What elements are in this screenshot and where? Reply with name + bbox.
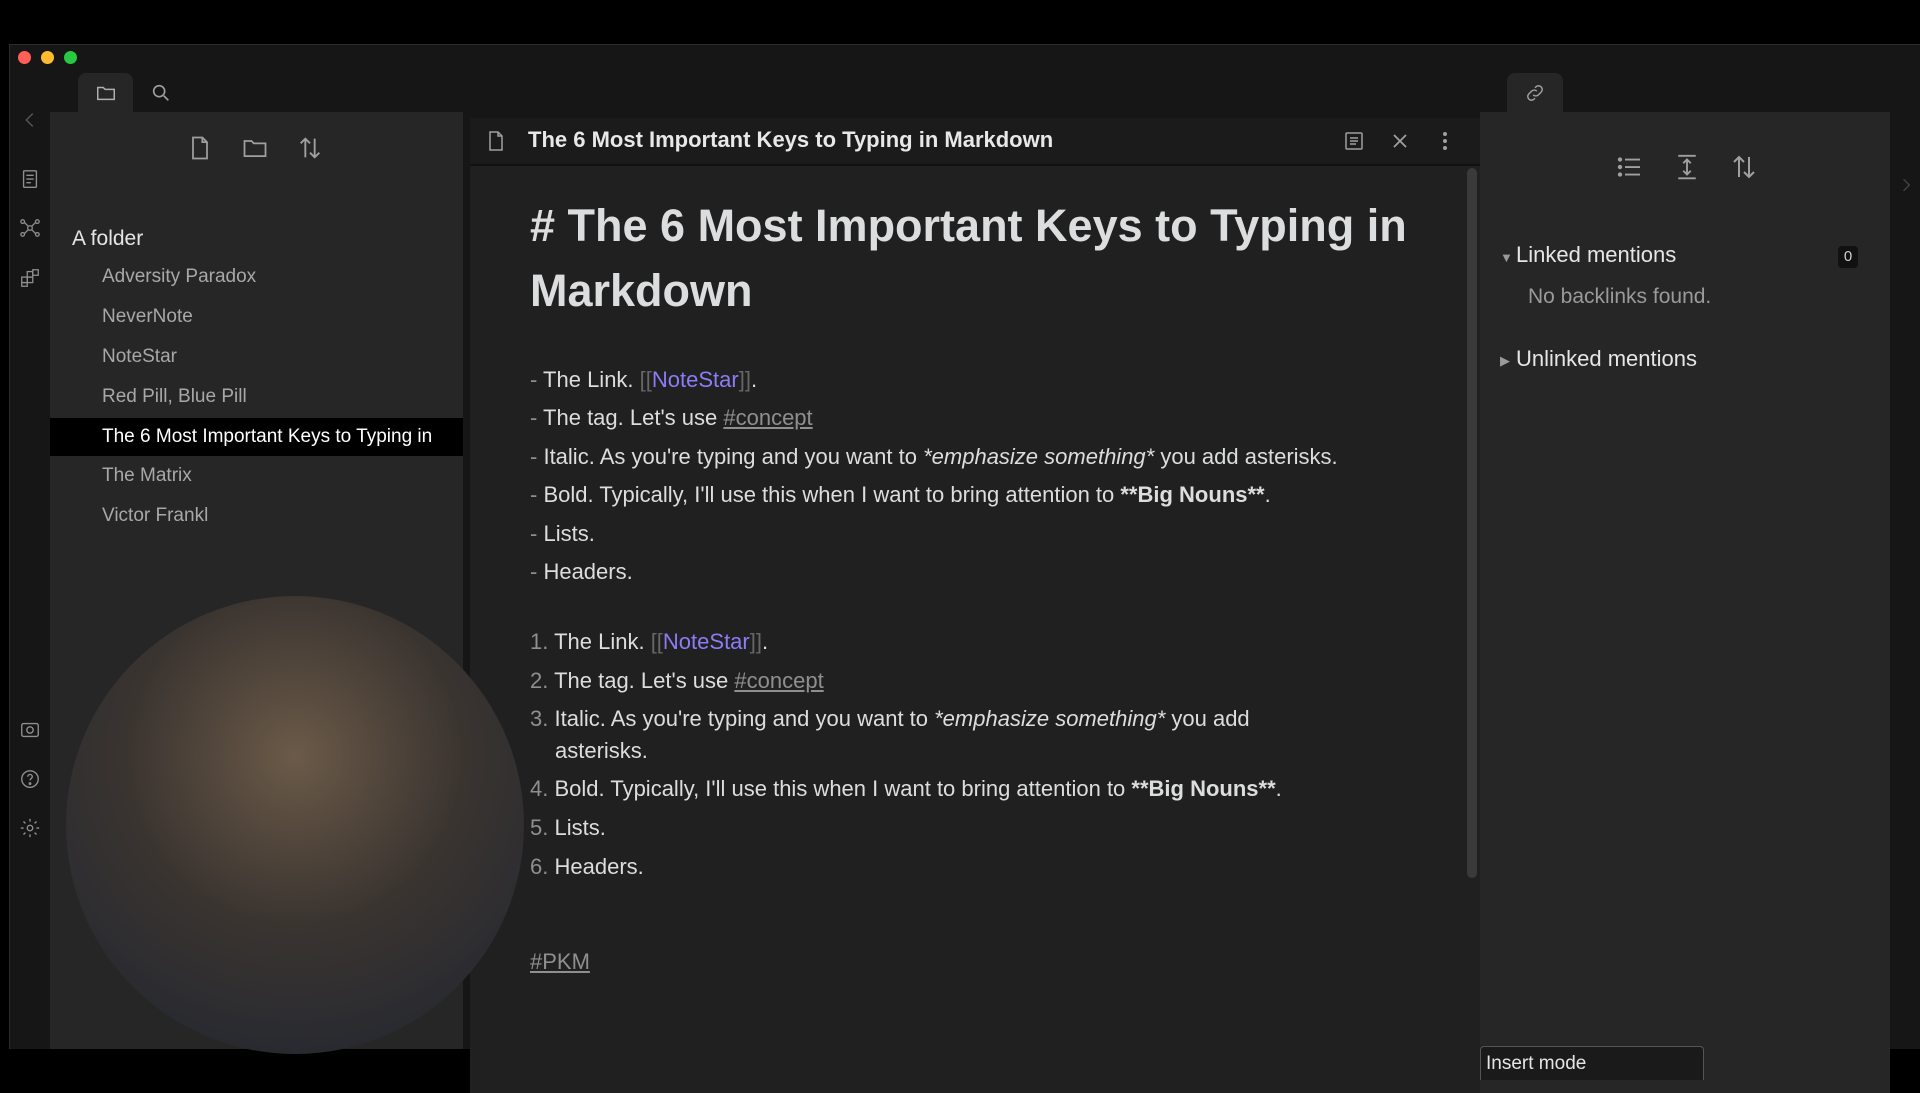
left-sidebar-tabs — [78, 73, 463, 112]
sort-button[interactable] — [296, 134, 326, 164]
document-icon — [484, 129, 508, 153]
minimize-window-button[interactable] — [41, 51, 54, 64]
webcam-overlay — [66, 596, 524, 1054]
editor-tab-title[interactable]: The 6 Most Important Keys to Typing in M… — [528, 127, 1053, 153]
editor-scrollbar[interactable] — [1467, 168, 1477, 878]
collapse-results-icon[interactable] — [1615, 152, 1645, 182]
more-options-icon[interactable] — [1433, 129, 1457, 153]
collapse-right-sidebar-icon[interactable] — [1896, 175, 1916, 195]
new-note-icon — [192, 136, 208, 160]
plugins-icon[interactable] — [19, 267, 41, 289]
numbered-item: 3. Italic. As you're typing and you want… — [530, 706, 1250, 731]
ribbon — [10, 89, 50, 1049]
list-item: - The Link. [[NoteStar]]. — [530, 367, 758, 392]
file-item-active[interactable]: The 6 Most Important Keys to Typing in — [50, 418, 463, 456]
linked-mentions-header[interactable]: Linked mentions — [1516, 242, 1676, 268]
numbered-item: 1. The Link. [[NoteStar]]. — [530, 629, 769, 654]
sort-icon[interactable] — [1729, 152, 1759, 182]
collapse-left-sidebar-icon[interactable] — [19, 109, 41, 131]
new-folder-icon — [243, 140, 267, 158]
linked-mentions-count: 0 — [1838, 246, 1858, 268]
file-item[interactable]: Victor Frankl — [50, 497, 463, 535]
list-item: - Bold. Typically, I'll use this when I … — [530, 482, 1271, 507]
no-backlinks-message: No backlinks found. — [1528, 285, 1712, 308]
file-item[interactable]: NoteStar — [50, 338, 463, 376]
wikilink[interactable]: NoteStar — [663, 629, 750, 654]
numbered-item-continuation: asterisks. — [555, 738, 648, 763]
editor-header: The 6 Most Important Keys to Typing in M… — [470, 118, 1480, 166]
tag-link[interactable]: #concept — [723, 405, 812, 430]
sort-icon — [300, 137, 320, 159]
search-icon — [152, 84, 169, 101]
close-window-button[interactable] — [18, 51, 31, 64]
folder-title[interactable]: A folder — [72, 227, 143, 251]
folder-icon — [97, 86, 115, 101]
close-icon[interactable] — [1388, 129, 1412, 153]
tag-link[interactable]: #concept — [734, 668, 823, 693]
new-note-button[interactable] — [186, 134, 216, 164]
numbered-item: 2. The tag. Let's use #concept — [530, 668, 824, 693]
tab-search[interactable] — [133, 73, 188, 112]
link-icon — [1527, 85, 1543, 101]
status-bar-mode: Insert mode — [1480, 1046, 1704, 1080]
app-window: A folder Adversity Paradox NeverNote Not… — [9, 44, 1920, 1093]
graph-icon[interactable] — [19, 217, 41, 239]
numbered-item: 5. Lists. — [530, 815, 606, 840]
list-item: - Italic. As you're typing and you want … — [530, 444, 1338, 469]
file-item[interactable]: The Matrix — [50, 457, 463, 495]
file-explorer-icon[interactable] — [19, 168, 41, 190]
list-item: - Lists. — [530, 521, 595, 546]
show-more-context-icon[interactable] — [1672, 152, 1702, 182]
unlinked-mentions-header[interactable]: Unlinked mentions — [1516, 346, 1697, 372]
zoom-window-button[interactable] — [64, 51, 77, 64]
tab-file-explorer[interactable] — [78, 73, 133, 112]
backlinks-pane: ▼ Linked mentions 0 No backlinks found. … — [1480, 112, 1890, 1093]
help-icon[interactable] — [19, 768, 41, 790]
chevron-down-icon[interactable]: ▼ — [1500, 250, 1513, 265]
chevron-right-icon[interactable]: ▶ — [1500, 353, 1510, 369]
file-item[interactable]: NeverNote — [50, 298, 463, 336]
new-folder-button[interactable] — [241, 134, 271, 164]
reading-view-icon[interactable] — [1342, 129, 1366, 153]
list-item: - The tag. Let's use #concept — [530, 405, 813, 430]
file-item[interactable]: Red Pill, Blue Pill — [50, 378, 463, 416]
numbered-item: 4. Bold. Typically, I'll use this when I… — [530, 776, 1282, 801]
editor-pane: The 6 Most Important Keys to Typing in M… — [470, 118, 1480, 1093]
note-heading: # The 6 Most Important Keys to Typing in… — [530, 200, 1407, 316]
file-item[interactable]: Adversity Paradox — [50, 258, 463, 296]
vault-icon[interactable] — [19, 719, 41, 741]
settings-icon[interactable] — [19, 817, 41, 839]
pkm-tag[interactable]: #PKM — [530, 949, 590, 975]
list-item: - Headers. — [530, 559, 633, 584]
numbered-item: 6. Headers. — [530, 854, 644, 879]
wikilink[interactable]: NoteStar — [652, 367, 739, 392]
tab-backlinks[interactable] — [1507, 73, 1563, 112]
